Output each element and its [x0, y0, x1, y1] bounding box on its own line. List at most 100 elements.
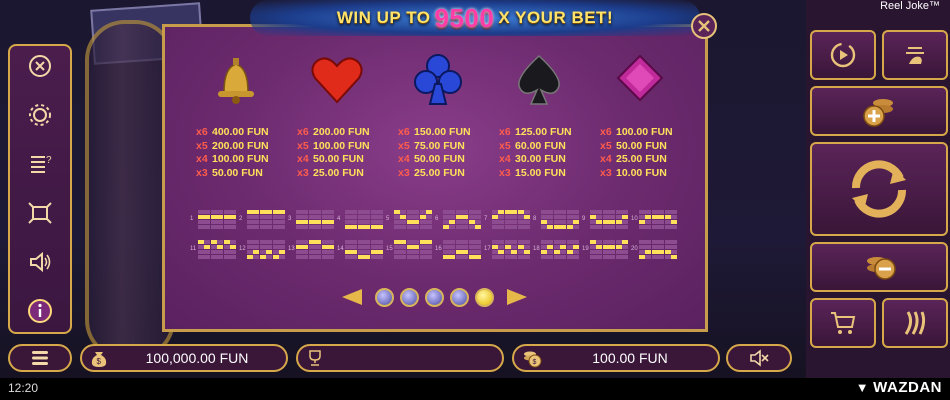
fullscreen-button[interactable]	[18, 194, 62, 232]
payline-cell	[394, 245, 400, 249]
payline-cell	[426, 240, 432, 244]
payline-cell	[315, 255, 322, 259]
payline-cell	[198, 245, 204, 249]
payline-cell	[596, 225, 603, 229]
payline-cell	[609, 225, 616, 229]
payline-cell	[296, 225, 302, 229]
payline-cell	[321, 245, 328, 249]
menu-button[interactable]	[8, 344, 72, 372]
payline-cell	[259, 245, 266, 249]
payline-cell	[590, 210, 596, 214]
page-dot[interactable]	[475, 287, 494, 307]
payline-cell	[302, 210, 309, 214]
banner-post: X YOUR BET!	[498, 8, 614, 27]
bet-increase-button[interactable]	[810, 86, 948, 136]
payline-cell	[272, 250, 279, 254]
payline-cell	[553, 255, 560, 259]
spin-button[interactable]	[810, 142, 948, 236]
payline-cell	[406, 220, 413, 224]
prev-page-arrow-icon[interactable]	[342, 289, 362, 305]
bet-decrease-button[interactable]	[810, 242, 948, 292]
payline-cell	[658, 215, 665, 219]
page-dot[interactable]	[400, 287, 419, 307]
payline-cell	[357, 215, 364, 219]
payline-cell	[511, 220, 518, 224]
payline-cell	[266, 210, 273, 214]
payout-value: 100.00 FUN	[313, 139, 370, 152]
payline-cell	[541, 225, 547, 229]
turbo-button[interactable]	[882, 30, 948, 80]
payline-cell	[419, 225, 426, 229]
payline-cell	[419, 245, 426, 249]
payline-cell	[547, 255, 554, 259]
payout-multiplier: x3	[297, 166, 309, 179]
payline-cell	[406, 210, 413, 214]
payline-cell	[671, 250, 677, 254]
page-dot[interactable]	[425, 287, 444, 307]
close-paytable-button[interactable]	[691, 13, 717, 39]
payline-cell	[210, 245, 217, 249]
payline-cell	[377, 245, 383, 249]
payline-cell	[449, 250, 456, 254]
payline-cell	[615, 225, 622, 229]
info-button[interactable]	[18, 292, 62, 330]
payline-number: 5	[386, 216, 390, 222]
payline-cell	[223, 250, 230, 254]
settings-button[interactable]	[18, 96, 62, 134]
payline-cell	[364, 210, 371, 214]
payline-cell	[590, 225, 596, 229]
close-menu-button[interactable]	[18, 47, 62, 85]
payline-cell	[377, 210, 383, 214]
payline-cell	[400, 225, 407, 229]
payline-cell	[658, 220, 665, 224]
sound-button[interactable]	[18, 243, 62, 281]
payline-cell	[223, 210, 230, 214]
payline-cell	[302, 225, 309, 229]
payline-cell	[223, 215, 230, 219]
page-dot[interactable]	[450, 287, 469, 307]
payline-cell	[622, 225, 628, 229]
payline-cell	[573, 210, 579, 214]
payout-multiplier: x4	[196, 153, 208, 165]
page-dot[interactable]	[375, 287, 394, 307]
close-icon	[698, 20, 710, 32]
payline-cell	[413, 220, 420, 224]
payline-number: 2	[239, 216, 243, 222]
payline-number: 19	[582, 246, 589, 252]
payline-cell	[553, 250, 560, 254]
payout-value: 25.00 FUN	[616, 153, 667, 165]
page-navigation	[342, 287, 527, 307]
payline-cell	[370, 220, 377, 224]
payline-cell	[596, 210, 603, 214]
payline-cell	[394, 220, 400, 224]
payline-cell	[492, 215, 498, 219]
chili-peppers-icon	[904, 311, 926, 335]
next-page-arrow-icon[interactable]	[507, 289, 527, 305]
mute-button[interactable]	[726, 344, 792, 372]
payline-cell	[266, 240, 273, 244]
payout-multiplier: x4	[600, 153, 612, 165]
autoplay-button[interactable]	[810, 30, 876, 80]
payline-cell	[400, 250, 407, 254]
payout-multiplier: x3	[196, 166, 208, 179]
payline-cell	[272, 245, 279, 249]
shop-button[interactable]	[810, 298, 876, 348]
payline-cell	[671, 245, 677, 249]
payline-cell	[566, 225, 573, 229]
payline-cell	[671, 215, 677, 219]
payline-cell	[400, 210, 407, 214]
volatility-button[interactable]	[882, 298, 948, 348]
game-rules-button[interactable]: ?	[18, 145, 62, 183]
payline-cell	[210, 225, 217, 229]
payline-cell	[547, 220, 554, 224]
heart-icon	[311, 57, 363, 104]
payline-cell	[198, 210, 204, 214]
payline-cell	[328, 220, 334, 224]
payline-cell	[560, 245, 567, 249]
payline-number: 1	[190, 216, 194, 222]
payline-cell	[357, 210, 364, 214]
payout-multiplier: x6	[499, 126, 511, 138]
payout-value: 60.00 FUN	[515, 139, 566, 152]
payline-cell	[517, 210, 524, 214]
payline-cell	[596, 240, 603, 244]
